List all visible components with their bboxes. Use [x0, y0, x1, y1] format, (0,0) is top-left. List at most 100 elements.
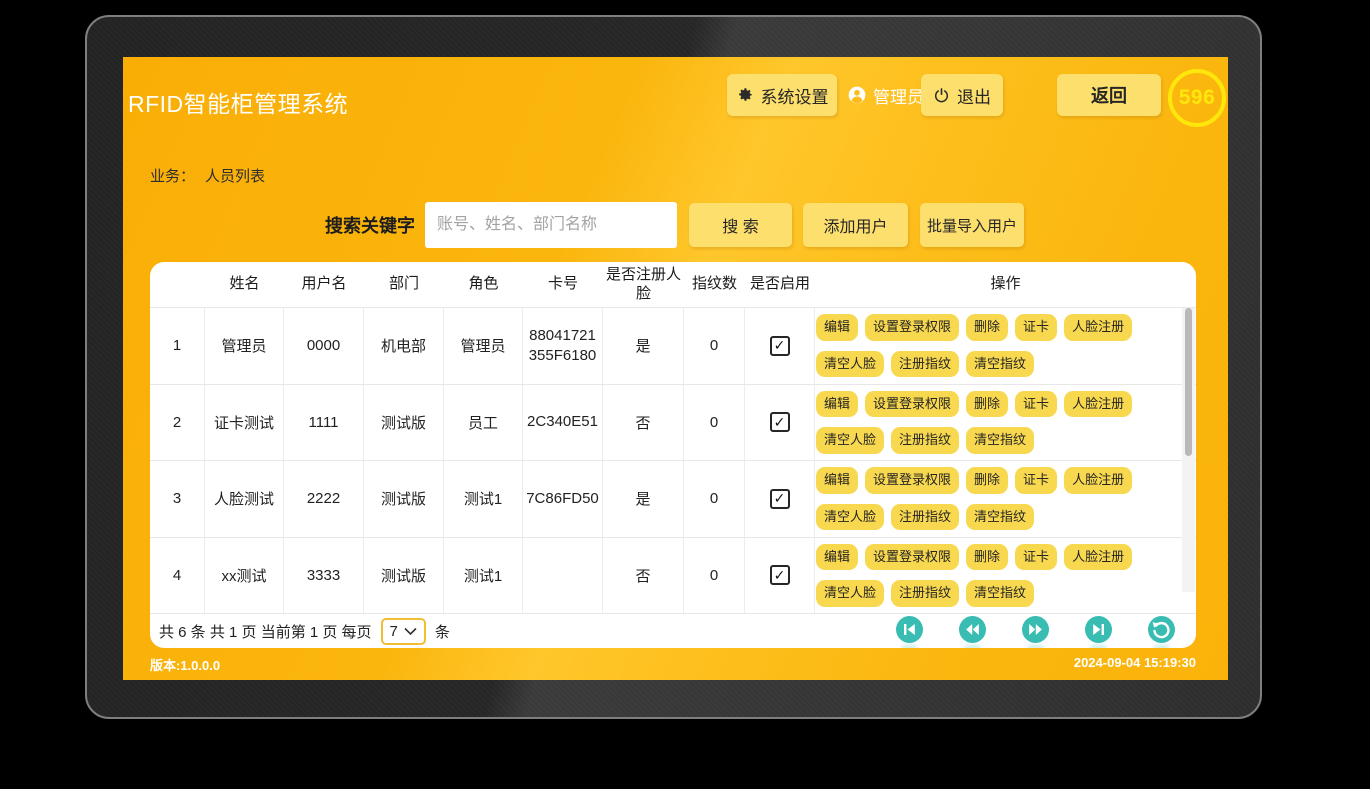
refresh-icon[interactable] — [1148, 616, 1175, 643]
gear-icon — [736, 86, 754, 104]
clear-fingerprint-button[interactable]: 清空指纹 — [966, 351, 1034, 377]
register-fingerprint-button[interactable]: 注册指纹 — [891, 504, 959, 530]
delete-button[interactable]: 删除 — [966, 467, 1008, 493]
enabled-checkbox[interactable]: ✓ — [770, 489, 790, 509]
check-icon: ✓ — [774, 414, 786, 431]
header-name: 姓名 — [205, 262, 284, 307]
cell-name: 管理员 — [205, 308, 284, 384]
cell-card: 88041721355F6180 — [523, 308, 603, 384]
back-button[interactable]: 返回 — [1057, 74, 1161, 116]
set-login-permission-button[interactable]: 设置登录权限 — [865, 314, 959, 340]
search-button[interactable]: 搜 索 — [689, 203, 792, 247]
power-icon — [933, 87, 950, 104]
edit-button[interactable]: 编辑 — [816, 467, 858, 493]
check-icon: ✓ — [774, 490, 786, 507]
cell-fingerprints: 0 — [684, 385, 745, 461]
current-user: 管理员 — [847, 74, 924, 116]
cell-card: 7C86FD50 — [523, 461, 603, 537]
clear-fingerprint-button[interactable]: 清空指纹 — [966, 504, 1034, 530]
cell-username: 3333 — [284, 538, 364, 614]
set-login-permission-button[interactable]: 设置登录权限 — [865, 544, 959, 570]
cell-index: 2 — [150, 385, 205, 461]
register-fingerprint-button[interactable]: 注册指纹 — [891, 351, 959, 377]
user-icon — [847, 85, 867, 105]
first-page-icon[interactable] — [896, 616, 923, 643]
table-row: 4 xx测试 3333 测试版 测试1 否 0 ✓ — [150, 538, 1196, 615]
enabled-checkbox[interactable]: ✓ — [770, 412, 790, 432]
cell-username: 2222 — [284, 461, 364, 537]
cell-name: xx测试 — [205, 538, 284, 614]
table-row: 2 证卡测试 1111 测试版 员工 2C340E51 否 0 ✓ — [150, 385, 1196, 462]
face-register-button[interactable]: 人脸注册 — [1064, 314, 1132, 340]
page-size-select[interactable]: 7 — [381, 618, 426, 645]
next-page-icon[interactable] — [1022, 616, 1049, 643]
cell-name: 人脸测试 — [205, 461, 284, 537]
last-page-icon[interactable] — [1085, 616, 1112, 643]
table-row: 3 人脸测试 2222 测试版 测试1 7C86FD50 是 0 ✓ — [150, 461, 1196, 538]
enabled-checkbox[interactable]: ✓ — [770, 565, 790, 585]
cell-department: 测试版 — [364, 538, 444, 614]
pagination-summary: 共 6 条 共 1 页 当前第 1 页 每页 — [159, 621, 372, 642]
set-login-permission-button[interactable]: 设置登录权限 — [865, 467, 959, 493]
cell-name: 证卡测试 — [205, 385, 284, 461]
cell-fingerprints: 0 — [684, 538, 745, 614]
search-keyword-label: 搜索关键字 — [325, 202, 415, 248]
cell-index: 4 — [150, 538, 205, 614]
chevron-down-icon — [404, 627, 417, 636]
cell-index: 3 — [150, 461, 205, 537]
add-user-button[interactable]: 添加用户 — [803, 203, 908, 247]
cell-fingerprints: 0 — [684, 308, 745, 384]
system-settings-label: 系统设置 — [761, 83, 829, 108]
import-users-button[interactable]: 批量导入用户 — [920, 203, 1024, 247]
cell-face-registered: 否 — [603, 538, 684, 614]
search-input[interactable] — [425, 202, 677, 248]
cell-enabled: ✓ — [745, 461, 815, 537]
cell-username: 0000 — [284, 308, 364, 384]
card-button[interactable]: 证卡 — [1015, 391, 1057, 417]
card-button[interactable]: 证卡 — [1015, 544, 1057, 570]
delete-button[interactable]: 删除 — [966, 544, 1008, 570]
face-register-button[interactable]: 人脸注册 — [1064, 391, 1132, 417]
cell-enabled: ✓ — [745, 308, 815, 384]
card-button[interactable]: 证卡 — [1015, 314, 1057, 340]
cell-department: 测试版 — [364, 461, 444, 537]
clear-face-button[interactable]: 清空人脸 — [816, 580, 884, 606]
header-card: 卡号 — [523, 262, 603, 307]
delete-button[interactable]: 删除 — [966, 391, 1008, 417]
clear-fingerprint-button[interactable]: 清空指纹 — [966, 580, 1034, 606]
cell-role: 管理员 — [444, 308, 523, 384]
face-register-button[interactable]: 人脸注册 — [1064, 544, 1132, 570]
cell-fingerprints: 0 — [684, 461, 745, 537]
screen: RFID智能柜管理系统 系统设置 管理员 退出 返回 596 — [123, 57, 1228, 680]
check-icon: ✓ — [774, 337, 786, 354]
edit-button[interactable]: 编辑 — [816, 544, 858, 570]
register-fingerprint-button[interactable]: 注册指纹 — [891, 580, 959, 606]
header-index — [150, 262, 205, 307]
edit-button[interactable]: 编辑 — [816, 391, 858, 417]
cell-face-registered: 是 — [603, 308, 684, 384]
version-label: 版本:1.0.0.0 — [150, 655, 220, 674]
register-fingerprint-button[interactable]: 注册指纹 — [891, 427, 959, 453]
app-title: RFID智能柜管理系统 — [128, 85, 348, 119]
clear-face-button[interactable]: 清空人脸 — [816, 504, 884, 530]
face-register-button[interactable]: 人脸注册 — [1064, 467, 1132, 493]
scrollbar-thumb[interactable] — [1185, 308, 1192, 456]
system-settings-button[interactable]: 系统设置 — [727, 74, 837, 116]
clear-fingerprint-button[interactable]: 清空指纹 — [966, 427, 1034, 453]
clear-face-button[interactable]: 清空人脸 — [816, 351, 884, 377]
delete-button[interactable]: 删除 — [966, 314, 1008, 340]
set-login-permission-button[interactable]: 设置登录权限 — [865, 391, 959, 417]
cell-card — [523, 538, 603, 614]
prev-page-icon[interactable] — [959, 616, 986, 643]
clear-face-button[interactable]: 清空人脸 — [816, 427, 884, 453]
breadcrumb: 业务： 人员列表 — [150, 165, 265, 186]
logout-button[interactable]: 退出 — [921, 74, 1003, 116]
pager-controls — [896, 610, 1175, 648]
edit-button[interactable]: 编辑 — [816, 314, 858, 340]
card-button[interactable]: 证卡 — [1015, 467, 1057, 493]
count-badge: 596 — [1168, 69, 1226, 127]
enabled-checkbox[interactable]: ✓ — [770, 336, 790, 356]
current-user-label: 管理员 — [873, 83, 924, 108]
cell-actions: 编辑 设置登录权限 删除 证卡 人脸注册 清空人脸 注册指纹 清空指纹 — [815, 538, 1196, 614]
cell-role: 测试1 — [444, 461, 523, 537]
